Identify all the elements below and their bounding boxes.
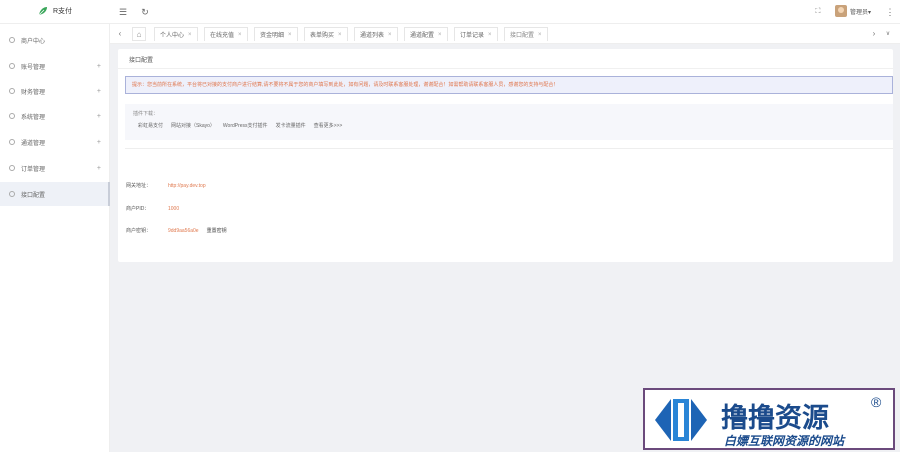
sidebar-item-label: 系统管理	[21, 114, 46, 121]
close-icon[interactable]: ×	[338, 32, 342, 38]
tab-scroll-left-icon[interactable]: ‹	[114, 28, 126, 40]
divider	[118, 68, 893, 69]
settings-icon	[9, 113, 15, 119]
api-config-card: 接口配置 提示：您当前所在系统，平台将已对接的支付商户进行结算,请不要将不属于您…	[118, 49, 893, 262]
plugin-link-more[interactable]: 查看更多>>>	[314, 122, 343, 129]
expand-icon: +	[96, 62, 101, 70]
tab-bar: ‹ ⌂ 个人中心 × 在线充值 × 资金明细 × 表单购买 × 通道列表 × 通道配置 × …	[110, 24, 900, 44]
expand-icon: +	[96, 112, 101, 120]
tab-label: 表单购买	[310, 33, 335, 39]
tab-recharge[interactable]: 在线充值 ×	[204, 27, 248, 41]
watermark-subtitle: 白嫖互联网资源的网站	[724, 434, 845, 448]
sidebar-item-label: 财务管理	[21, 89, 46, 96]
field-label: 商户PID：	[126, 206, 150, 212]
expand-icon: +	[96, 87, 101, 95]
home-icon	[9, 37, 15, 43]
field-label: 网关地址：	[126, 183, 152, 189]
merchant-pid-field: 商户PID： 1000	[126, 205, 180, 213]
sidebar-item-order[interactable]: 订单管理 +	[0, 156, 110, 180]
sidebar-item-account[interactable]: 账号管理 +	[0, 54, 110, 78]
plugin-link[interactable]: 彩虹易支付	[138, 122, 163, 129]
tab-label: 订单记录	[460, 33, 485, 39]
card-title: 接口配置	[129, 58, 154, 64]
expand-icon: +	[96, 138, 101, 146]
tab-funds[interactable]: 资金明细 ×	[254, 27, 298, 41]
plugin-link[interactable]: WordPress支付插件	[223, 122, 268, 129]
app-name: R支付	[53, 8, 73, 15]
top-header: R支付 ☰ ↻ ⛶ 管理员▾ ⋮	[0, 0, 900, 24]
tab-order-records[interactable]: 订单记录 ×	[454, 27, 498, 41]
plugin-link[interactable]: 发卡流量插件	[276, 122, 306, 129]
field-label: 商户密钥：	[126, 228, 152, 234]
tab-channel-list[interactable]: 通道列表 ×	[354, 27, 398, 41]
watermark: 撸撸资源 ® 白嫖互联网资源的网站	[643, 388, 895, 450]
merchant-pid-value: 1000	[168, 205, 180, 212]
plugin-download-title: 插件下载：	[133, 111, 159, 117]
sidebar-item-system[interactable]: 系统管理 +	[0, 104, 110, 128]
user-icon	[9, 63, 15, 69]
tab-label: 接口配置	[510, 33, 535, 39]
close-icon[interactable]: ×	[538, 32, 542, 38]
order-icon	[9, 165, 15, 171]
home-tab-icon[interactable]: ⌂	[132, 27, 146, 41]
sidebar-item-merchant-center[interactable]: 商户中心	[0, 28, 110, 52]
sidebar: 商户中心 账号管理 + 财务管理 + 系统管理 + 通道管理 + 订单管理 + …	[0, 24, 110, 452]
user-menu[interactable]: 管理员▾	[835, 5, 871, 17]
sidebar-item-channel[interactable]: 通道管理 +	[0, 130, 110, 154]
divider	[125, 148, 893, 149]
close-icon[interactable]: ×	[388, 32, 392, 38]
leaf-logo-icon	[38, 7, 47, 16]
sidebar-item-finance[interactable]: 财务管理 +	[0, 79, 110, 103]
tab-label: 通道列表	[360, 33, 385, 39]
merchant-key-value: 9dd9aa56a0e	[168, 227, 199, 234]
api-icon	[9, 191, 15, 197]
finance-icon	[9, 88, 15, 94]
watermark-title: 撸撸资源	[721, 403, 829, 434]
tab-channel-config[interactable]: 通道配置 ×	[404, 27, 448, 41]
sidebar-item-label: 订单管理	[21, 166, 46, 173]
watermark-logo-icon	[655, 399, 707, 441]
reset-key-button[interactable]: 重置密钥	[207, 227, 227, 234]
tab-label: 通道配置	[410, 33, 435, 39]
sidebar-item-label: 接口配置	[21, 192, 46, 199]
avatar	[835, 5, 847, 17]
sidebar-item-label: 商户中心	[21, 38, 46, 45]
tab-label: 在线充值	[210, 33, 235, 39]
plugin-download-panel: 插件下载： 彩虹易支付 网站对接（Skayo） WordPress支付插件 发卡…	[125, 104, 893, 140]
notice-banner: 提示：您当前所在系统，平台将已对接的支付商户进行结算,请不要将不属于您的商户填写…	[125, 76, 893, 94]
tab-api-config[interactable]: 接口配置 ×	[504, 27, 548, 41]
fullscreen-icon[interactable]: ⛶	[812, 6, 824, 18]
registered-mark: ®	[871, 394, 882, 410]
chevron-down-icon[interactable]: ∨	[882, 28, 894, 40]
sidebar-item-api-config[interactable]: 接口配置	[0, 182, 110, 206]
tab-form-purchase[interactable]: 表单购买 ×	[304, 27, 348, 41]
user-label: 管理员▾	[850, 9, 872, 16]
tab-profile[interactable]: 个人中心 ×	[154, 27, 198, 41]
channel-icon	[9, 139, 15, 145]
close-icon[interactable]: ×	[238, 32, 242, 38]
tab-label: 资金明细	[260, 33, 285, 39]
close-icon[interactable]: ×	[188, 32, 192, 38]
gateway-url-value: http://pay.dev.top	[168, 182, 206, 189]
close-icon[interactable]: ×	[438, 32, 442, 38]
plugin-link[interactable]: 网站对接（Skayo）	[171, 122, 215, 129]
more-icon[interactable]: ⋮	[884, 6, 896, 18]
merchant-key-field: 商户密钥： 9dd9aa56a0e 重置密钥	[126, 227, 227, 235]
sidebar-item-label: 账号管理	[21, 64, 46, 71]
app-logo[interactable]: R支付	[38, 6, 72, 16]
tab-scroll-right-icon[interactable]: ›	[868, 28, 880, 40]
sidebar-item-label: 通道管理	[21, 140, 46, 147]
menu-fold-icon[interactable]: ☰	[117, 6, 129, 18]
close-icon[interactable]: ×	[288, 32, 292, 38]
expand-icon: +	[96, 164, 101, 172]
plugin-links: 彩虹易支付 网站对接（Skayo） WordPress支付插件 发卡流量插件 查…	[138, 122, 342, 129]
close-icon[interactable]: ×	[488, 32, 492, 38]
refresh-icon[interactable]: ↻	[139, 6, 151, 18]
gateway-url-field: 网关地址： http://pay.dev.top	[126, 182, 206, 190]
tab-label: 个人中心	[160, 33, 185, 39]
